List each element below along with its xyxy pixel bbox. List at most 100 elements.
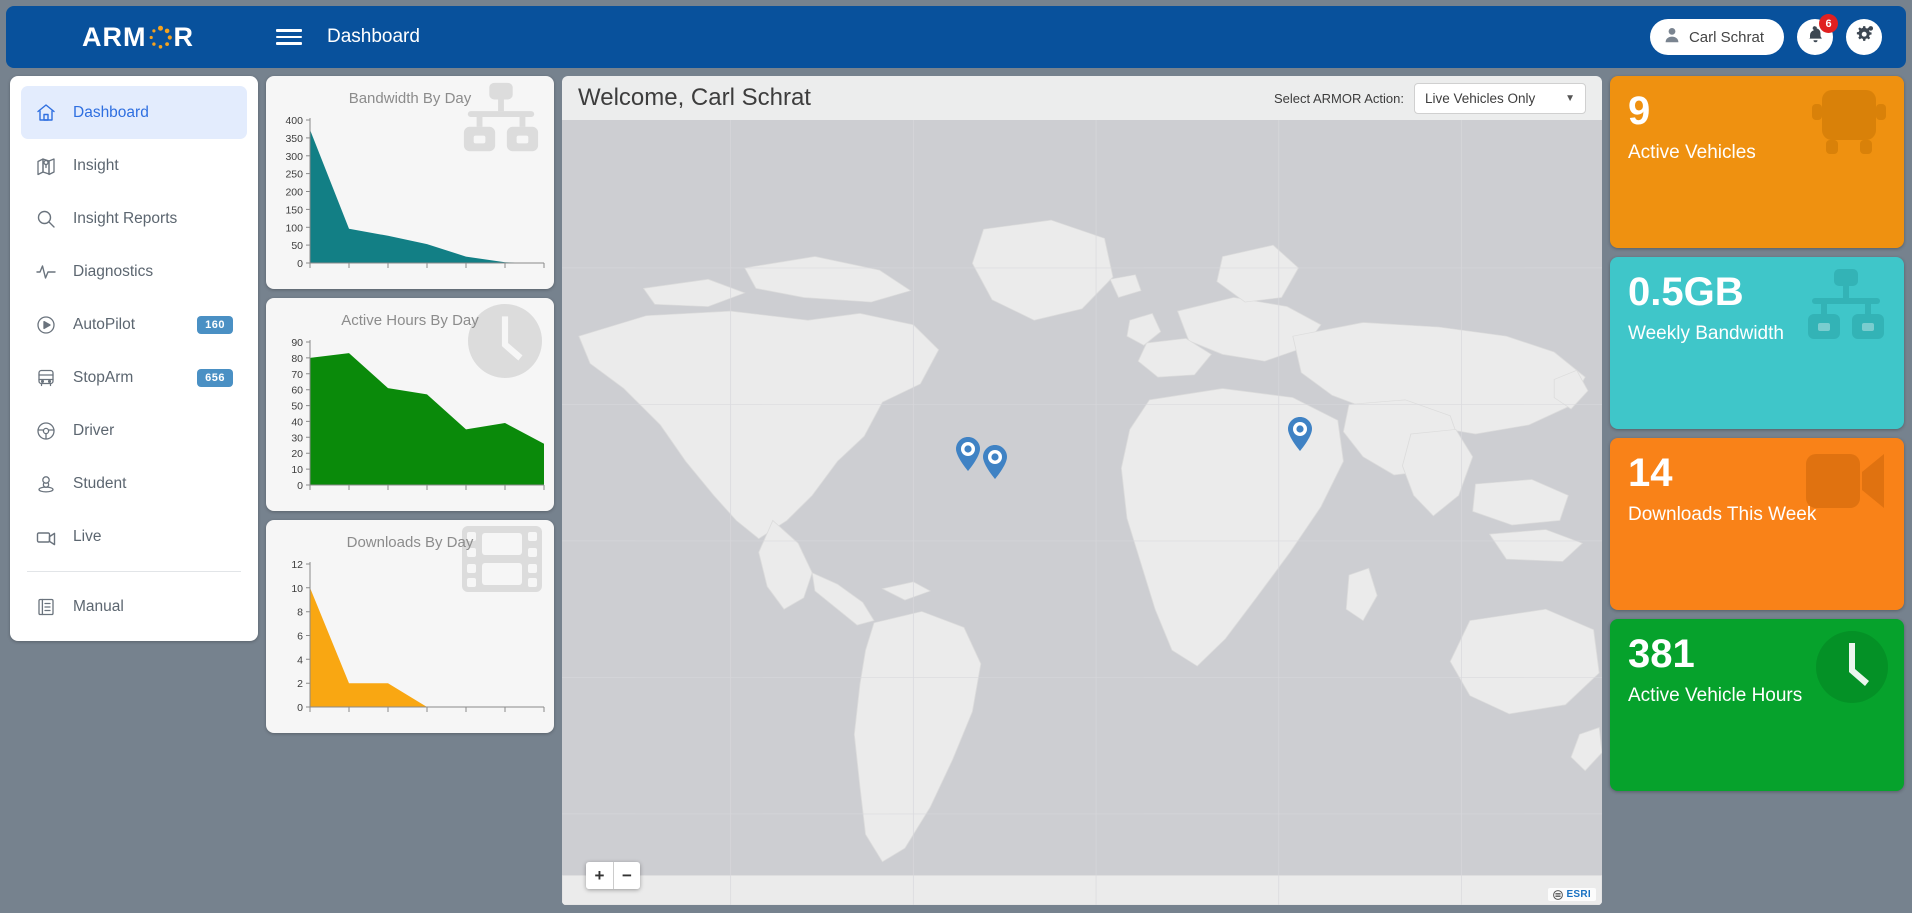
app-root: ARM R Dashboard Carl Schrat 6 Dashboard … [0,0,1912,913]
clock-icon [1816,631,1888,708]
armor-logo[interactable]: ARM R [82,22,194,53]
search-icon [35,208,57,230]
home-icon [35,102,57,124]
zoom-in-button[interactable]: + [586,862,613,889]
map-pin-icon [35,155,57,177]
top-header: ARM R Dashboard Carl Schrat 6 [6,6,1906,68]
steering-wheel-icon [35,420,57,442]
page-title: Dashboard [327,26,420,47]
sidebar-item-label: Manual [73,597,124,615]
welcome-title: Welcome, Carl Schrat [578,84,811,111]
user-menu-button[interactable]: Carl Schrat [1649,19,1784,55]
sidebar-item-live[interactable]: Live [21,510,247,563]
svg-text:50: 50 [291,240,303,252]
svg-text:50: 50 [291,401,303,413]
bus-icon [35,367,57,389]
vehicle-marker-3[interactable] [1287,416,1313,457]
chart-card-2: Downloads By Day 0 2 4 6 8 10 12 [266,520,554,733]
armor-action-select[interactable]: Live Vehicles Only ▼ [1414,82,1586,114]
sidebar-item-stoparm[interactable]: StopArm 656 [21,351,247,404]
sidebar-item-student[interactable]: Student [21,457,247,510]
vehicle-marker-2[interactable] [982,444,1008,485]
play-circle-icon [35,314,57,336]
kpi-column: 9 Active Vehicles 0.5GB Weekly Bandwidth… [1610,76,1906,905]
book-icon [35,596,57,618]
sidebar-item-label: Live [73,527,102,545]
sidebar-item-dashboard[interactable]: Dashboard [21,86,247,139]
sidebar-item-label: Insight Reports [73,209,178,227]
svg-text:30: 30 [291,432,303,444]
map-header: Welcome, Carl Schrat Select ARMOR Action… [562,76,1602,120]
svg-text:70: 70 [291,369,303,381]
chart-column: Bandwidth By Day 0 50 100 150 200 250 300 350 40… [266,76,554,905]
svg-text:6: 6 [297,631,303,643]
notification-count-badge: 6 [1819,14,1838,33]
chart-plot-1: 0 10 20 30 40 50 60 70 80 90 [291,337,545,492]
logo-text-right: R [173,21,194,52]
header-actions: Carl Schrat 6 [1649,14,1890,55]
chevron-down-icon: ▼ [1565,92,1575,104]
hamburger-icon[interactable] [276,24,302,50]
map-zoom-controls: + − [586,862,640,889]
bus-icon [1810,88,1888,165]
sidebar-item-autopilot[interactable]: AutoPilot 160 [21,298,247,351]
svg-text:0: 0 [297,480,303,492]
sidebar-separator [27,571,241,572]
sidebar-item-label: Driver [73,421,115,439]
vehicle-marker-1[interactable] [955,436,981,477]
sidebar-item-label: Student [73,474,127,492]
svg-text:8: 8 [297,607,303,619]
svg-text:80: 80 [291,353,303,365]
map-landmass-graphic [562,120,1602,905]
chart-card-0: Bandwidth By Day 0 50 100 150 200 250 300 350 40… [266,76,554,289]
svg-text:350: 350 [285,133,303,145]
world-map[interactable]: + − ESRI [562,120,1602,905]
sidebar-item-driver[interactable]: Driver [21,404,247,457]
chart-card-1: Active Hours By Day 0 10 20 30 40 50 60 70 80 90 [266,298,554,511]
kpi-card-active-vehicles[interactable]: 9 Active Vehicles [1610,76,1904,248]
svg-text:10: 10 [291,583,303,595]
armor-action-selected-value: Live Vehicles Only [1425,90,1536,106]
zoom-out-button[interactable]: − [613,862,640,889]
svg-text:300: 300 [285,151,303,163]
logo-text-left: ARM [82,21,147,52]
sidebar-item-manual[interactable]: Manual [21,580,247,633]
chart-plot-0: 0 50 100 150 200 250 300 350 400 [285,115,545,270]
sidebar-item-insight[interactable]: Insight [21,139,247,192]
esri-logo-icon [1553,889,1564,900]
student-icon [35,473,57,495]
svg-text:250: 250 [285,169,303,181]
sidebar-item-insight-reports[interactable]: Insight Reports [21,192,247,245]
svg-text:150: 150 [285,204,303,216]
svg-text:40: 40 [291,416,303,428]
notifications-button[interactable]: 6 [1797,14,1838,55]
main-layout: Dashboard Insight Insight Reports Diagno… [6,76,1906,905]
sidebar-item-badge: 160 [197,315,233,334]
svg-text:400: 400 [285,115,303,127]
svg-text:100: 100 [285,222,303,234]
esri-attribution[interactable]: ESRI [1548,888,1596,901]
esri-label: ESRI [1566,889,1591,900]
sidebar-item-label: StopArm [73,368,134,386]
gear-icon [1855,25,1874,49]
svg-text:12: 12 [291,559,303,571]
armor-action-control: Select ARMOR Action: Live Vehicles Only … [1274,82,1586,114]
settings-button[interactable] [1846,19,1882,55]
sidebar-nav: Dashboard Insight Insight Reports Diagno… [10,76,258,641]
pulse-icon [35,261,57,283]
svg-text:60: 60 [291,385,303,397]
kpi-card-weekly-bandwidth[interactable]: 0.5GB Weekly Bandwidth [1610,257,1904,429]
svg-text:2: 2 [297,678,303,690]
sidebar-item-label: Dashboard [73,103,149,121]
kpi-card-active-vehicle-hours[interactable]: 381 Active Vehicle Hours [1610,619,1904,791]
user-icon [1664,27,1680,47]
sidebar-item-label: AutoPilot [73,315,136,333]
chart-plot-2: 0 2 4 6 8 10 12 [291,559,545,714]
svg-text:0: 0 [297,702,303,714]
svg-text:0: 0 [297,258,303,270]
svg-text:90: 90 [291,337,303,349]
kpi-card-downloads-this-week[interactable]: 14 Downloads This Week [1610,438,1904,610]
network-icon [1804,269,1888,346]
sidebar-item-label: Insight [73,156,119,174]
sidebar-item-diagnostics[interactable]: Diagnostics [21,245,247,298]
